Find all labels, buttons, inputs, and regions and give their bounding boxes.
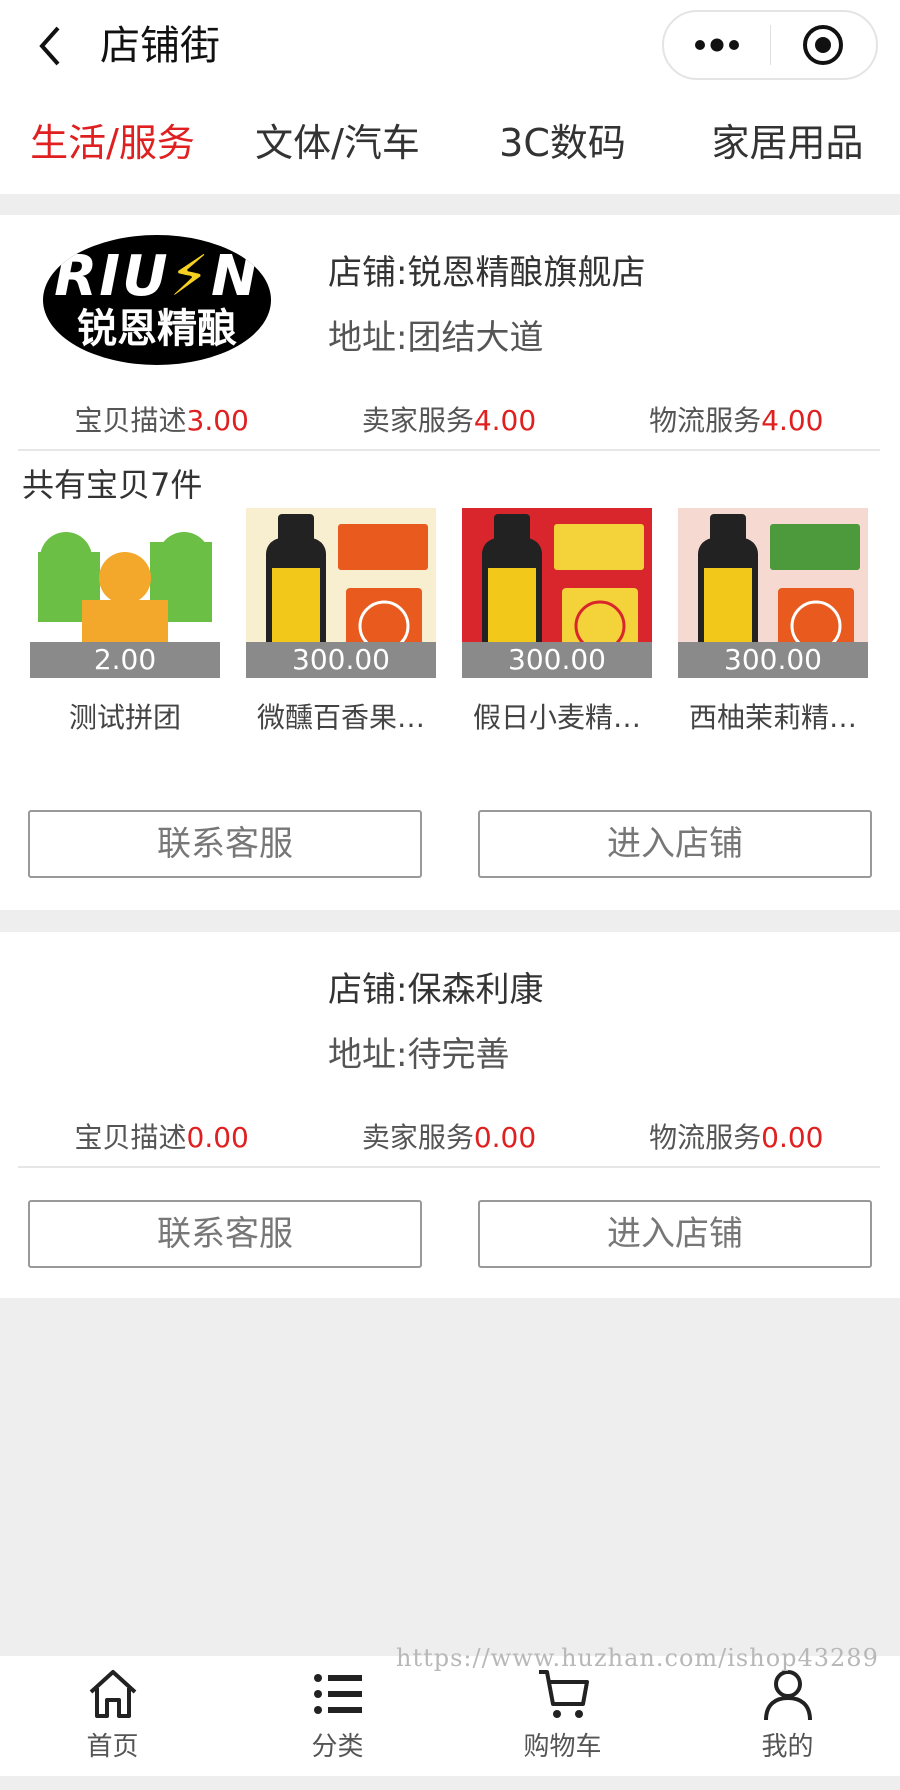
watermark-text: https://www.huzhan.com/ishop43289 <box>396 1644 879 1672</box>
product-image: 2.00 <box>30 508 220 678</box>
product-list: 2.00 测试拼团 300.00 微醺百香果… 300.00 假日小麦精… 30… <box>30 508 870 734</box>
product-price: 300.00 <box>246 642 436 678</box>
product-item[interactable]: 2.00 测试拼团 <box>30 508 220 736</box>
contact-service-button[interactable]: 联系客服 <box>28 1200 422 1268</box>
product-name: 西柚茉莉精… <box>688 701 857 734</box>
tab-label: 我的 <box>761 1732 814 1762</box>
logo-chinese-name: 锐恩精酿 <box>77 306 237 352</box>
product-price: 2.00 <box>30 642 220 678</box>
product-item[interactable]: 300.00 微醺百香果… <box>246 508 436 736</box>
enter-shop-button[interactable]: 进入店铺 <box>478 810 872 878</box>
product-price: 300.00 <box>678 642 868 678</box>
shop-address: 地址:团结大道 <box>328 318 544 358</box>
product-count: 共有宝贝7件 <box>22 466 203 504</box>
shop-ratings: 宝贝描述0.00 卖家服务0.00 物流服务0.00 <box>18 1106 880 1168</box>
tab-mine[interactable]: 我的 <box>675 1656 900 1776</box>
miniprogram-capsule <box>662 10 878 80</box>
user-icon <box>763 1670 812 1721</box>
product-item[interactable]: 300.00 假日小麦精… <box>462 508 652 736</box>
rating-service: 卖家服务4.00 <box>361 404 537 437</box>
product-name: 假日小麦精… <box>472 701 641 734</box>
target-icon <box>803 25 844 65</box>
back-button[interactable] <box>28 22 72 70</box>
rating-description: 宝贝描述0.00 <box>74 1121 249 1154</box>
list-icon <box>313 1674 362 1714</box>
tab-sports-auto[interactable]: 文体/汽车 <box>225 92 450 194</box>
product-name: 微醺百香果… <box>256 701 425 734</box>
product-price: 300.00 <box>462 642 652 678</box>
cart-icon <box>538 1670 589 1718</box>
rating-service: 卖家服务0.00 <box>361 1121 537 1154</box>
product-image: 300.00 <box>678 508 868 678</box>
shop-address: 地址:待完善 <box>328 1035 510 1075</box>
rating-logistics: 物流服务0.00 <box>649 1121 824 1154</box>
contact-service-button[interactable]: 联系客服 <box>28 810 422 878</box>
top-navbar: 店铺街 <box>0 0 900 92</box>
more-dots-icon <box>694 38 739 52</box>
shop-card: RIU⚡N 锐恩精酿 店铺:锐恩精酿旗舰店 地址:团结大道 宝贝描述3.00 卖… <box>0 215 900 910</box>
product-image: 300.00 <box>246 508 436 678</box>
tab-cart[interactable]: 购物车 <box>450 1656 675 1776</box>
chevron-left-icon <box>39 26 60 66</box>
tab-category[interactable]: 分类 <box>225 1656 450 1776</box>
tab-label: 购物车 <box>523 1732 602 1762</box>
logo-wordmark: RIU⚡N <box>54 244 260 309</box>
tab-life-service[interactable]: 生活/服务 <box>0 92 225 194</box>
tab-3c-digital[interactable]: 3C数码 <box>450 92 675 194</box>
rating-logistics: 物流服务4.00 <box>649 404 824 437</box>
category-tabs: 生活/服务 文体/汽车 3C数码 家居用品 <box>0 92 900 194</box>
shop-name: 店铺:锐恩精酿旗舰店 <box>328 253 646 293</box>
tab-home-goods[interactable]: 家居用品 <box>675 92 900 194</box>
shop-name: 店铺:保森利康 <box>328 970 544 1010</box>
tab-label: 首页 <box>86 1732 139 1762</box>
bottom-tab-bar: 首页 分类 购物车 我的 <box>0 1656 900 1776</box>
enter-shop-button[interactable]: 进入店铺 <box>478 1200 872 1268</box>
home-icon <box>89 1670 136 1718</box>
product-name: 测试拼团 <box>68 701 181 734</box>
tab-home[interactable]: 首页 <box>0 1656 225 1776</box>
shop-ratings: 宝贝描述3.00 卖家服务4.00 物流服务4.00 <box>18 389 880 451</box>
more-button[interactable] <box>664 12 770 78</box>
tab-label: 分类 <box>311 1732 364 1762</box>
group-people-icon <box>38 532 212 642</box>
product-image: 300.00 <box>462 508 652 678</box>
rating-description: 宝贝描述3.00 <box>74 404 249 437</box>
page-title: 店铺街 <box>100 23 220 69</box>
shop-logo[interactable]: RIU⚡N 锐恩精酿 <box>43 235 271 365</box>
shop-card: 店铺:保森利康 地址:待完善 宝贝描述0.00 卖家服务0.00 物流服务0.0… <box>0 932 900 1298</box>
close-miniprogram-button[interactable] <box>771 12 877 78</box>
product-item[interactable]: 300.00 西柚茉莉精… <box>678 508 868 736</box>
